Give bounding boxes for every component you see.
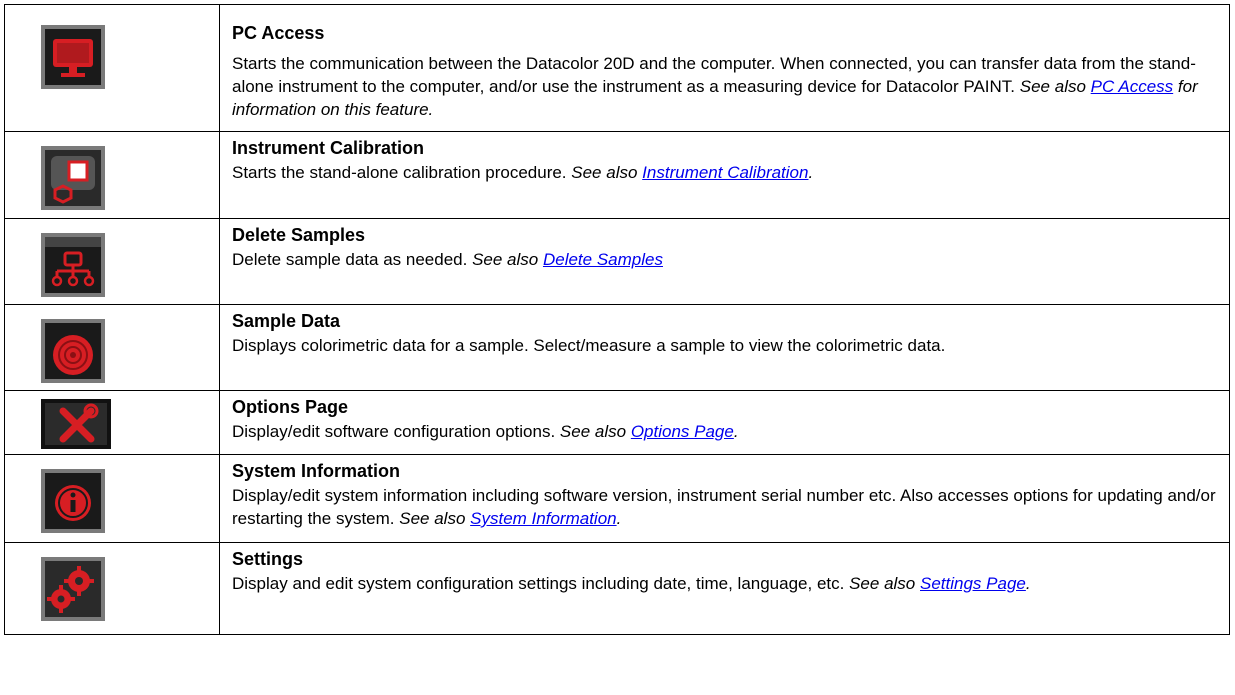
row-description: Starts the communication between the Dat… <box>232 54 1198 119</box>
table-row: Instrument Calibration Starts the stand-… <box>4 131 1230 219</box>
table-row: Sample Data Displays colorimetric data f… <box>4 304 1230 391</box>
row-title: Delete Samples <box>232 225 366 245</box>
monitor-icon <box>41 25 105 89</box>
gears-icon <box>41 557 105 621</box>
info-icon <box>41 469 105 533</box>
tools-icon <box>41 399 111 449</box>
table-row: Options Page Display/edit software confi… <box>4 390 1230 455</box>
table-row: Settings Display and edit system configu… <box>4 542 1230 635</box>
table-row: PC Access Starts the communication betwe… <box>4 4 1230 132</box>
system-information-link[interactable]: System Information <box>470 509 616 528</box>
row-description: Display/edit software configuration opti… <box>232 422 739 441</box>
target-icon <box>41 319 105 383</box>
row-description: Display and edit system configuration se… <box>232 574 1031 593</box>
row-description: Display/edit system information includin… <box>232 486 1216 528</box>
pc-access-link[interactable]: PC Access <box>1091 77 1174 96</box>
options-page-link[interactable]: Options Page <box>631 422 734 441</box>
table-row: System Information Display/edit system i… <box>4 454 1230 543</box>
row-title: Options Page <box>232 397 349 417</box>
feature-table: PC Access Starts the communication betwe… <box>4 4 1230 635</box>
instrument-calibration-link[interactable]: Instrument Calibration <box>642 163 808 182</box>
table-row: Delete Samples Delete sample data as nee… <box>4 218 1230 305</box>
row-title: Settings <box>232 549 304 569</box>
delete-samples-link[interactable]: Delete Samples <box>543 250 663 269</box>
row-description: Starts the stand-alone calibration proce… <box>232 163 814 182</box>
row-title: Instrument Calibration <box>232 138 425 158</box>
row-title: PC Access <box>232 23 325 43</box>
row-description: Displays colorimetric data for a sample.… <box>232 336 946 355</box>
calibration-icon <box>41 146 105 210</box>
delete-samples-icon <box>41 233 105 297</box>
row-description: Delete sample data as needed. See also D… <box>232 250 663 269</box>
row-title: Sample Data <box>232 311 341 331</box>
settings-page-link[interactable]: Settings Page <box>920 574 1026 593</box>
row-title: System Information <box>232 461 401 481</box>
